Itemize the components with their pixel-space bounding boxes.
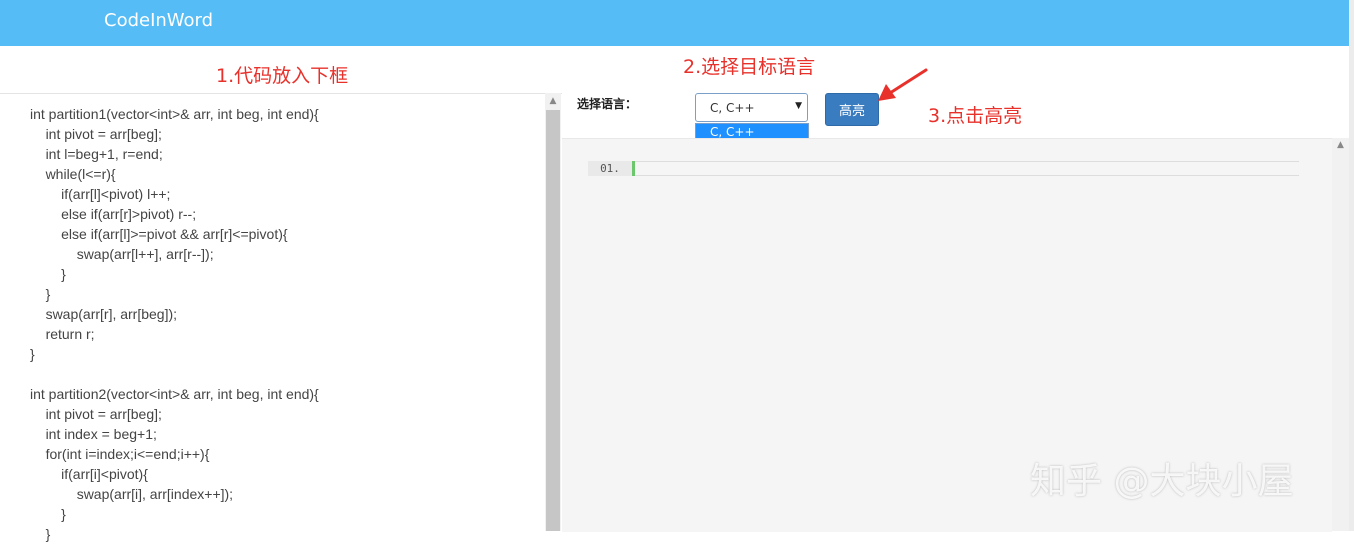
highlight-button[interactable]: 高亮 <box>825 93 879 126</box>
page-scrollbar[interactable] <box>1349 0 1354 531</box>
annotation-step-3: 3.点击高亮 <box>928 105 1023 127</box>
language-select[interactable]: C, C++ ▼ <box>695 93 808 122</box>
scrollbar-thumb[interactable] <box>546 110 560 531</box>
line-number: 01. <box>588 161 632 176</box>
scroll-up-icon[interactable]: ▲ <box>545 93 561 109</box>
code-input-textarea[interactable]: int partition1(vector<int>& arr, int beg… <box>30 104 540 544</box>
chevron-down-icon: ▼ <box>795 101 802 111</box>
app-header: CodeInWord <box>0 0 1349 46</box>
language-label: 选择语言： <box>577 97 638 111</box>
language-selected-value: C, C++ <box>710 101 755 115</box>
output-scrollbar[interactable]: ▲ <box>1332 138 1349 531</box>
annotation-step-1: 1.代码放入下框 <box>216 65 349 87</box>
code-input-scrollbar[interactable]: ▲ <box>545 93 561 531</box>
output-code-line <box>635 161 1299 176</box>
code-input-panel: int partition1(vector<int>& arr, int beg… <box>0 93 562 542</box>
annotation-step-2: 2.选择目标语言 <box>683 56 816 78</box>
red-arrow-icon <box>878 68 928 101</box>
app-title[interactable]: CodeInWord <box>104 10 213 31</box>
watermark: 知乎 @大块小屋 <box>1030 461 1294 502</box>
scroll-up-icon[interactable]: ▲ <box>1332 140 1349 150</box>
